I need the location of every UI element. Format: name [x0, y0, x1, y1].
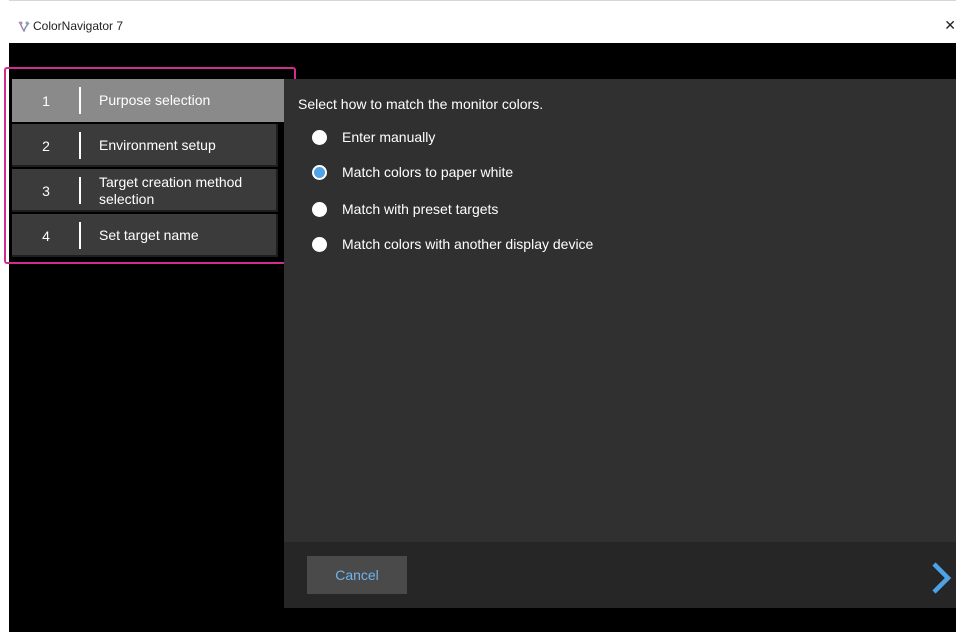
radio-button[interactable]: [312, 201, 327, 217]
next-chevron-icon[interactable]: [930, 561, 952, 595]
option-label: Enter manually: [342, 129, 436, 145]
step-number: 4: [42, 227, 50, 244]
step-label: Set target name: [99, 227, 199, 243]
close-icon: ✕: [944, 17, 956, 33]
step-divider: [79, 132, 81, 159]
option-label: Match colors to paper white: [342, 164, 514, 180]
app-logo-icon: [18, 21, 30, 32]
step-number: 3: [42, 182, 50, 199]
step-label: Purpose selection: [99, 92, 211, 108]
close-button[interactable]: ✕: [944, 17, 956, 33]
step-divider: [79, 177, 81, 204]
step-environment-setup[interactable]: 2 Environment setup: [12, 124, 278, 167]
step-number: 1: [42, 92, 50, 109]
step-target-creation-method[interactable]: 3 Target creation method selection: [12, 169, 278, 212]
step-label: Target creation method selection: [99, 173, 243, 207]
step-divider: [79, 87, 81, 114]
footer-bar: Cancel: [284, 542, 956, 608]
step-number: 2: [42, 137, 50, 154]
step-divider: [79, 222, 81, 249]
option-match-paper-white[interactable]: Match colors to paper white: [312, 162, 513, 182]
instruction-text: Select how to match the monitor colors.: [298, 96, 544, 112]
title-bar: ColorNavigator 7 ✕: [9, 0, 956, 43]
step-label: Environment setup: [99, 137, 216, 153]
option-enter-manually[interactable]: Enter manually: [312, 127, 435, 147]
content-panel: Select how to match the monitor colors. …: [284, 79, 956, 542]
option-label: Match colors with another display device: [342, 236, 594, 252]
option-match-preset-targets[interactable]: Match with preset targets: [312, 199, 498, 219]
step-purpose-selection[interactable]: 1 Purpose selection: [12, 79, 284, 122]
window-title: ColorNavigator 7: [33, 19, 124, 33]
radio-button[interactable]: [312, 236, 327, 252]
radio-button[interactable]: [312, 129, 327, 145]
cancel-button[interactable]: Cancel: [307, 556, 407, 594]
option-match-another-display[interactable]: Match colors with another display device: [312, 234, 593, 254]
radio-button-selected[interactable]: [312, 164, 327, 180]
step-set-target-name[interactable]: 4 Set target name: [12, 214, 278, 257]
option-label: Match with preset targets: [342, 201, 499, 217]
